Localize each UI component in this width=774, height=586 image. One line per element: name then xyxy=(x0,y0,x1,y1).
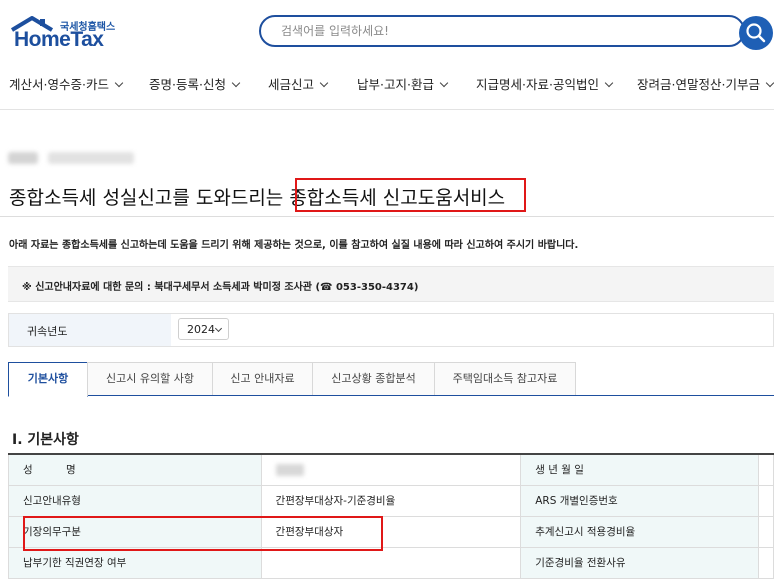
table-row: 납부기한 직권연장 여부 기준경비율 전환사유 xyxy=(8,546,774,579)
table-value-cell xyxy=(758,453,774,486)
search-box xyxy=(259,15,745,47)
nav-item-tax-filing[interactable]: 세금신고 xyxy=(268,74,329,93)
year-label: 귀속년도 xyxy=(27,325,68,338)
chevron-down-icon xyxy=(319,78,329,88)
chevron-down-icon xyxy=(231,78,241,88)
table-header-cell: ARS 개별인증번호 xyxy=(520,484,759,517)
nav-item-incentive[interactable]: 장려금·연말정산·기부금 xyxy=(637,74,774,93)
tab-filing-guide[interactable]: 신고 안내자료 xyxy=(212,362,313,396)
breadcrumb-blurred xyxy=(8,152,38,164)
table-header-cell: 신고안내유형 xyxy=(8,484,262,517)
table-header-cell: 생 년 월 일 xyxy=(520,453,759,486)
tabs-underline xyxy=(88,395,774,396)
tab-housing-rental[interactable]: 주택임대소득 참고자료 xyxy=(434,362,576,396)
year-select[interactable]: 2024 xyxy=(178,318,229,340)
table-header-cell: 추계신고시 적용경비율 xyxy=(520,515,759,548)
highlight-box-bookkeeping xyxy=(23,516,383,551)
table-value-cell xyxy=(758,515,774,548)
table-value-cell xyxy=(260,546,522,579)
table-header-cell: 납부기한 직권연장 여부 xyxy=(8,546,262,579)
page-description: 아래 자료는 종합소득세를 신고하는데 도움을 드리기 위해 제공하는 것으로,… xyxy=(9,240,579,251)
notice-box: ※ 신고안내자료에 대한 문의 : 북대구세무서 소득세과 박미정 조사관 (☎… xyxy=(8,266,774,302)
table-value-cell xyxy=(758,484,774,517)
chevron-down-icon xyxy=(114,78,124,88)
search-input[interactable] xyxy=(279,23,713,39)
chevron-down-icon xyxy=(604,78,614,88)
logo-text[interactable]: HomeTax xyxy=(14,28,104,52)
search-icon xyxy=(746,23,766,43)
tab-filing-notes[interactable]: 신고시 유의할 사항 xyxy=(87,362,213,396)
nav-item-certificate[interactable]: 증명·등록·신청 xyxy=(149,74,241,93)
chevron-down-icon xyxy=(439,78,449,88)
tab-basic-info[interactable]: 기본사항 xyxy=(8,362,88,397)
nav-item-statements[interactable]: 지급명세·자료·공익법인 xyxy=(476,74,614,93)
name-blurred xyxy=(275,463,304,476)
chevron-down-icon xyxy=(214,324,223,333)
table-row: 신고안내유형 간편장부대상자-기준경비율 ARS 개별인증번호 xyxy=(8,484,774,517)
tab-filing-analysis[interactable]: 신고상황 종합분석 xyxy=(312,362,435,396)
name-value-cell xyxy=(260,453,522,486)
search-button[interactable] xyxy=(739,16,773,50)
table-header-cell: 기준경비율 전환사유 xyxy=(520,546,759,579)
nav-divider xyxy=(0,109,774,110)
breadcrumb-blurred xyxy=(48,152,134,164)
notice-text: ※ 신고안내자료에 대한 문의 : 북대구세무서 소득세과 박미정 조사관 (☎… xyxy=(22,282,419,293)
page-title-prefix: 종합소득세 성실신고를 도와드리는 xyxy=(9,187,290,209)
chevron-down-icon xyxy=(765,78,774,88)
table-row: 성 명 생 년 월 일 xyxy=(8,453,774,486)
highlight-box-title xyxy=(295,178,526,212)
title-divider xyxy=(0,216,774,217)
main-nav: 계산서·영수증·카드 증명·등록·신청 세금신고 납부·고지·환급 지급명세·자… xyxy=(0,64,774,98)
nav-item-invoice[interactable]: 계산서·영수증·카드 xyxy=(9,74,124,93)
table-header-cell: 성 명 xyxy=(8,453,262,486)
year-select-value: 2024 xyxy=(187,323,215,336)
section-title: Ⅰ. 기본사항 xyxy=(12,432,79,448)
nav-item-payment[interactable]: 납부·고지·환급 xyxy=(357,74,449,93)
table-value-cell xyxy=(758,546,774,579)
table-value-cell: 간편장부대상자-기준경비율 xyxy=(260,484,522,517)
